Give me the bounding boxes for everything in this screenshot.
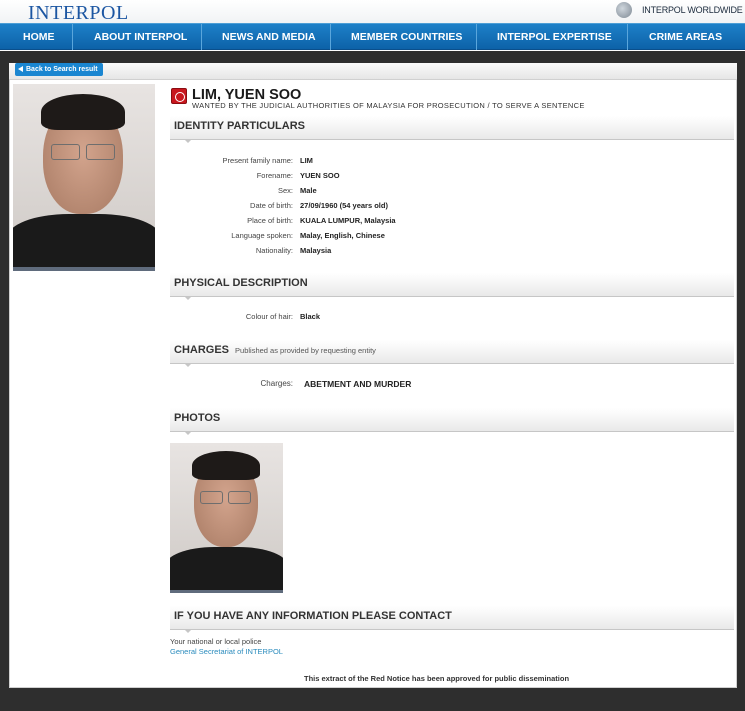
section-pointer bbox=[184, 629, 192, 633]
field-value: Black bbox=[300, 312, 321, 321]
gallery-photo[interactable] bbox=[170, 443, 283, 590]
contact-police-text: Your national or local police bbox=[170, 637, 262, 646]
photo-glasses-right bbox=[228, 491, 251, 504]
wanted-by-text: WANTED BY THE JUDICIAL AUTHORITIES OF MA… bbox=[192, 101, 585, 110]
interpol-worldwide-link[interactable]: INTERPOL WORLDWIDE bbox=[616, 1, 743, 19]
field-value: YUEN SOO bbox=[300, 171, 340, 180]
interpol-worldwide-label: INTERPOL WORLDWIDE bbox=[642, 5, 743, 15]
nav-news-and-media[interactable]: NEWS AND MEDIA bbox=[222, 31, 316, 43]
nav-member-countries[interactable]: MEMBER COUNTRIES bbox=[351, 31, 462, 43]
charges-title: CHARGES bbox=[174, 344, 230, 356]
photo-caption-strip bbox=[170, 590, 283, 593]
photo-caption-strip bbox=[13, 267, 155, 271]
nav-crime-areas[interactable]: CRIME AREAS bbox=[649, 31, 722, 43]
section-pointer bbox=[184, 431, 192, 435]
charges-value: ABETMENT AND MURDER bbox=[304, 379, 412, 389]
main-nav: HOME ABOUT INTERPOL NEWS AND MEDIA MEMBE… bbox=[0, 23, 745, 50]
field-label: Place of birth: bbox=[247, 216, 293, 225]
nav-home[interactable]: HOME bbox=[23, 31, 55, 43]
photo-shirt bbox=[170, 547, 283, 590]
nav-divider bbox=[330, 24, 331, 50]
photo-glasses-left bbox=[200, 491, 223, 504]
nav-divider bbox=[201, 24, 202, 50]
nav-about-interpol[interactable]: ABOUT INTERPOL bbox=[94, 31, 187, 43]
field-label: Nationality: bbox=[255, 246, 293, 255]
photo-shirt bbox=[13, 214, 155, 267]
photo-glasses-left bbox=[51, 144, 80, 160]
section-pointer bbox=[184, 296, 192, 300]
field-value: Male bbox=[300, 186, 317, 195]
section-title: IF YOU HAVE ANY INFORMATION PLEASE CONTA… bbox=[174, 610, 452, 622]
back-bar bbox=[9, 63, 737, 80]
field-label: Sex: bbox=[277, 186, 293, 195]
field-value: KUALA LUMPUR, Malaysia bbox=[300, 216, 396, 225]
general-secretariat-link[interactable]: General Secretariat of INTERPOL bbox=[170, 647, 283, 656]
photos-header: PHOTOS bbox=[170, 408, 734, 435]
dissemination-note: This extract of the Red Notice has been … bbox=[304, 674, 570, 683]
section-title: CHARGES Published as provided by requesti… bbox=[174, 344, 376, 356]
charges-header: CHARGES Published as provided by requesti… bbox=[170, 340, 734, 367]
nav-interpol-expertise[interactable]: INTERPOL EXPERTISE bbox=[497, 31, 612, 43]
field-label: Language spoken: bbox=[231, 231, 293, 240]
page: INTERPOL INTERPOL WORLDWIDE HOME ABOUT I… bbox=[0, 0, 745, 711]
field-label: Charges: bbox=[260, 379, 293, 388]
interpol-logo[interactable]: INTERPOL bbox=[28, 2, 129, 25]
main-photo bbox=[13, 84, 155, 267]
charges-subtitle: Published as provided by requesting enti… bbox=[235, 346, 376, 355]
section-title: PHOTOS bbox=[174, 412, 221, 424]
section-title: PHYSICAL DESCRIPTION bbox=[174, 277, 308, 289]
field-label: Present family name: bbox=[222, 156, 293, 165]
section-pointer bbox=[184, 139, 192, 143]
back-to-search-button[interactable]: Back to Search result bbox=[15, 63, 103, 76]
nav-divider bbox=[627, 24, 628, 50]
field-label: Colour of hair: bbox=[245, 312, 293, 321]
red-notice-icon bbox=[171, 88, 187, 104]
photo-hair bbox=[192, 451, 260, 480]
top-header: INTERPOL INTERPOL WORLDWIDE bbox=[0, 0, 745, 25]
photo-hair bbox=[41, 94, 125, 130]
globe-icon bbox=[616, 2, 632, 18]
identity-particulars-header: IDENTITY PARTICULARS bbox=[170, 116, 734, 143]
field-value: Malay, English, Chinese bbox=[300, 231, 385, 240]
physical-description-header: PHYSICAL DESCRIPTION bbox=[170, 273, 734, 300]
field-value: 27/09/1960 (54 years old) bbox=[300, 201, 388, 210]
photo-glasses-right bbox=[86, 144, 115, 160]
field-value: Malaysia bbox=[300, 246, 332, 255]
nav-divider bbox=[476, 24, 477, 50]
nav-divider bbox=[72, 24, 73, 50]
field-value: LIM bbox=[300, 156, 313, 165]
section-title: IDENTITY PARTICULARS bbox=[174, 120, 305, 132]
field-label: Date of birth: bbox=[250, 201, 293, 210]
section-pointer bbox=[184, 363, 192, 367]
field-label: Forename: bbox=[256, 171, 293, 180]
contact-header: IF YOU HAVE ANY INFORMATION PLEASE CONTA… bbox=[170, 606, 734, 633]
